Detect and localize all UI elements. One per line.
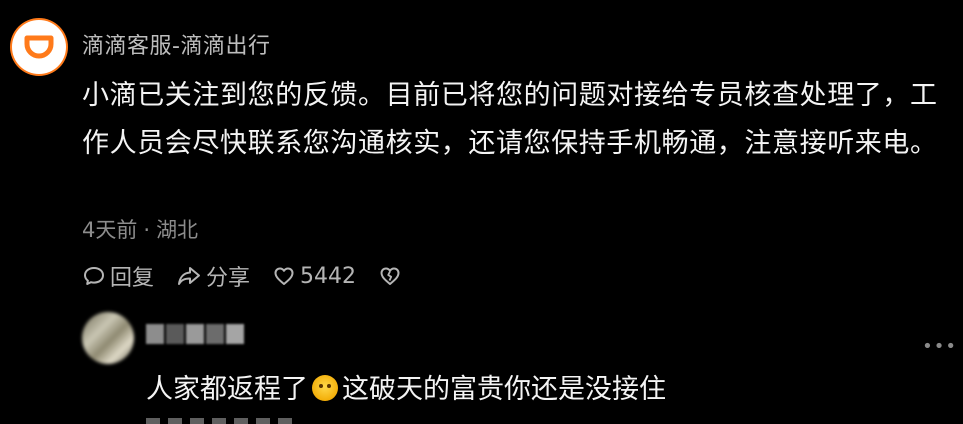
reply-label: 回复 bbox=[110, 266, 155, 291]
didi-logo-icon bbox=[12, 20, 66, 74]
crying-face-emoji-icon bbox=[312, 374, 338, 401]
reply-user-name-blurred[interactable] bbox=[146, 324, 246, 344]
like-count: 5442 bbox=[300, 263, 357, 289]
reply-meta-cropped bbox=[146, 418, 296, 424]
reply-button[interactable]: 回复 bbox=[82, 260, 154, 292]
like-button[interactable]: 5442 bbox=[272, 264, 356, 289]
didi-logo-avatar[interactable] bbox=[10, 18, 68, 76]
share-arrow-icon bbox=[178, 267, 201, 285]
more-options-icon[interactable]: ••• bbox=[922, 336, 957, 357]
reply-text-after: 这破天的富贵你还是没接住 bbox=[342, 374, 666, 405]
dislike-button[interactable] bbox=[378, 264, 406, 288]
reply-body: 人家都返程了 这破天的富贵你还是没接住 bbox=[146, 367, 666, 406]
share-label: 分享 bbox=[206, 266, 251, 291]
meta-separator: · bbox=[143, 218, 151, 242]
reply-user-avatar[interactable] bbox=[82, 312, 134, 364]
comment-thread: 滴滴客服-滴滴出行 小滴已关注到您的反馈。目前已将您的问题对接给专员核查处理了，… bbox=[0, 0, 963, 424]
comment-location: 湖北 bbox=[156, 218, 199, 242]
heart-icon bbox=[274, 267, 294, 285]
comment-author-name[interactable]: 滴滴客服-滴滴出行 bbox=[82, 28, 270, 60]
share-button[interactable]: 分享 bbox=[176, 260, 250, 292]
comment-bubble-icon bbox=[84, 267, 104, 285]
broken-heart-icon bbox=[380, 267, 400, 285]
comment-time: 4天前 bbox=[82, 218, 138, 242]
comment-body: 小滴已关注到您的反馈。目前已将您的问题对接给专员核查处理了，工作人员会尽快联系您… bbox=[82, 80, 938, 159]
comment-meta: 4天前 · 湖北 bbox=[82, 214, 198, 244]
reply-text-before: 人家都返程了 bbox=[146, 374, 308, 405]
comment-actions: 回复 分享 5442 bbox=[82, 260, 428, 292]
